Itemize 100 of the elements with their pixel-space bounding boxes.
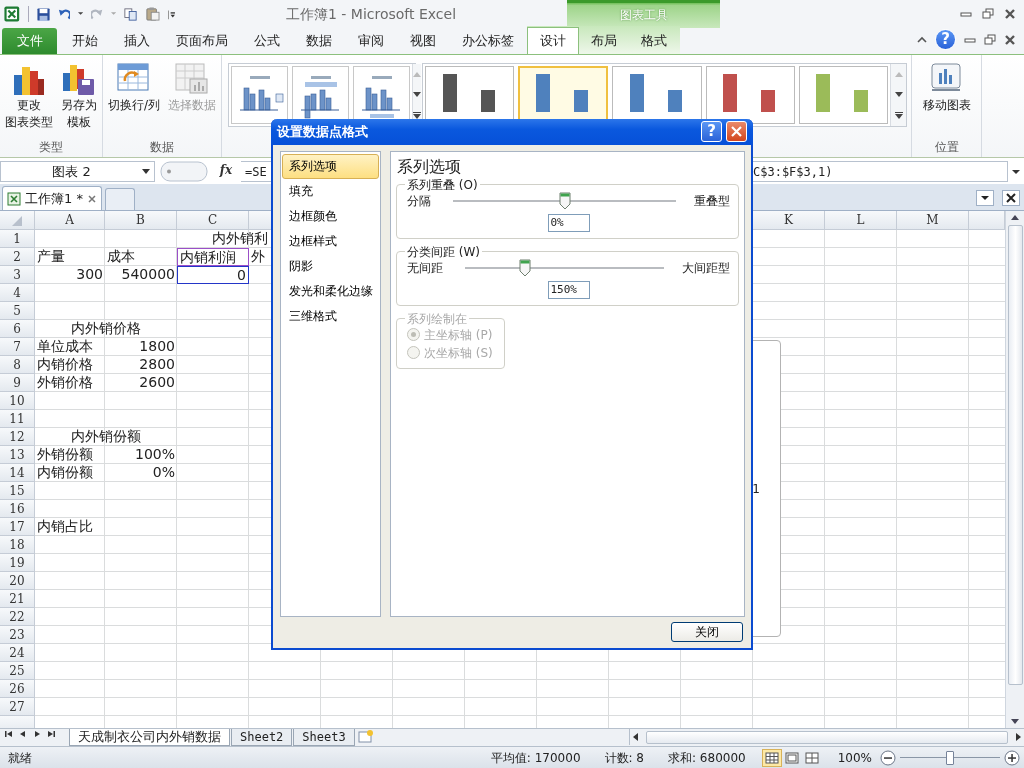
ribbon-tab[interactable]: 公式	[241, 28, 293, 54]
ribbon-tab[interactable]: 格式	[629, 28, 679, 54]
scrollbar-thumb[interactable]	[646, 730, 1008, 744]
row-header[interactable]: 8	[0, 356, 35, 374]
row-header[interactable]: 7	[0, 338, 35, 356]
save-icon[interactable]	[36, 6, 50, 22]
row-header[interactable]: 6	[0, 320, 35, 338]
first-sheet-icon[interactable]	[4, 729, 14, 739]
column-header[interactable]: L	[825, 211, 897, 230]
tab-list-icon[interactable]	[976, 190, 994, 206]
ribbon-tab[interactable]: 设计	[527, 27, 579, 54]
category-item[interactable]: 阴影	[282, 253, 379, 279]
close-icon[interactable]	[1004, 33, 1016, 46]
ribbon-button[interactable]: 切换行/列	[104, 59, 163, 116]
ribbon-tab[interactable]: 视图	[397, 28, 449, 54]
ribbon-tab[interactable]: 数据	[293, 28, 345, 54]
category-item[interactable]: 填充	[282, 178, 379, 204]
ribbon-tab[interactable]: 布局	[579, 28, 629, 54]
row-header[interactable]: 26	[0, 680, 35, 698]
row-header[interactable]: 16	[0, 500, 35, 518]
insert-function-button[interactable]: fx	[211, 161, 241, 184]
row-header[interactable]: 5	[0, 302, 35, 320]
more-icon[interactable]	[894, 111, 903, 119]
view-button[interactable]	[761, 748, 782, 767]
close-icon[interactable]	[1004, 8, 1016, 20]
name-box[interactable]: 图表 2	[0, 161, 155, 182]
row-header[interactable]: 20	[0, 572, 35, 590]
ribbon-button[interactable]: 移动图表	[919, 59, 974, 116]
zoom-in-icon[interactable]	[1004, 749, 1020, 766]
row-header[interactable]: 24	[0, 644, 35, 662]
column-header[interactable]: B	[105, 211, 177, 230]
collapse-ribbon-icon[interactable]	[917, 36, 927, 43]
category-item[interactable]: 发光和柔化边缘	[282, 278, 379, 304]
more-icon[interactable]	[413, 111, 421, 119]
sheet-tab[interactable]: Sheet2	[231, 729, 293, 746]
undo-icon[interactable]	[57, 7, 70, 21]
ribbon-tab[interactable]: 文件	[2, 28, 57, 54]
close-button[interactable]	[726, 121, 747, 143]
value-field[interactable]: 0%	[547, 213, 590, 232]
slider-thumb[interactable]	[946, 750, 954, 765]
row-header[interactable]: 14	[0, 464, 35, 482]
column-header[interactable]: K	[753, 211, 825, 230]
help-button[interactable]: ?	[701, 121, 722, 143]
ribbon-button[interactable]: 更改 图表类型	[2, 59, 56, 133]
row-header[interactable]: 15	[0, 482, 35, 500]
ribbon-tab[interactable]: 办公标签	[449, 28, 527, 54]
column-header[interactable]: M	[897, 211, 969, 230]
app-icon[interactable]	[4, 5, 20, 23]
sheet-tab[interactable]: Sheet3	[293, 729, 355, 746]
close-icon[interactable]	[1002, 190, 1020, 206]
vertical-scrollbar[interactable]	[1005, 211, 1024, 728]
column-header[interactable]: C	[177, 211, 249, 230]
zoom-out-icon[interactable]	[880, 749, 896, 766]
category-item[interactable]: 三维格式	[282, 303, 379, 329]
restore-icon[interactable]	[982, 8, 994, 20]
category-item[interactable]: 边框颜色	[282, 203, 379, 229]
row-header[interactable]: 9	[0, 374, 35, 392]
column-header[interactable]: A	[35, 211, 105, 230]
ribbon-tab[interactable]: 开始	[59, 28, 111, 54]
row-header[interactable]: 17	[0, 518, 35, 536]
scrollbar-thumb[interactable]	[1007, 225, 1023, 685]
ribbon-tab[interactable]: 页面布局	[163, 28, 241, 54]
row-header[interactable]: 11	[0, 410, 35, 428]
row-header[interactable]: 22	[0, 608, 35, 626]
copy-icon[interactable]	[124, 6, 139, 22]
row-header[interactable]: 23	[0, 626, 35, 644]
row-header[interactable]: 18	[0, 536, 35, 554]
category-item[interactable]: 系列选项	[282, 153, 379, 179]
sheet-tab[interactable]: 天成制衣公司内外销数据	[69, 729, 230, 746]
ribbon-tab[interactable]: 插入	[111, 28, 163, 54]
scroll-down-icon[interactable]	[894, 91, 903, 97]
row-header[interactable]: 3	[0, 266, 35, 284]
row-header[interactable]: 10	[0, 392, 35, 410]
zoom-level[interactable]: 100%	[837, 748, 872, 767]
restore-icon[interactable]	[984, 33, 996, 46]
ribbon-button[interactable]: 另存为 模板	[58, 59, 100, 133]
category-item[interactable]: 边框样式	[282, 228, 379, 254]
row-header[interactable]: 12	[0, 428, 35, 446]
last-sheet-icon[interactable]	[46, 729, 56, 739]
slider-thumb[interactable]	[518, 258, 531, 277]
row-header[interactable]: 2	[0, 248, 35, 266]
horizontal-scrollbar[interactable]	[629, 729, 1024, 745]
value-field[interactable]: 150%	[547, 280, 590, 299]
slider-thumb[interactable]	[558, 191, 571, 210]
workbook-tab[interactable]: 工作簿1 *	[2, 186, 102, 210]
close-button[interactable]: 关闭	[671, 622, 743, 643]
row-header[interactable]: 4	[0, 284, 35, 302]
ribbon-tab[interactable]: 审阅	[345, 28, 397, 54]
row-header[interactable]: 21	[0, 590, 35, 608]
row-header[interactable]: 19	[0, 554, 35, 572]
row-header[interactable]: 25	[0, 662, 35, 680]
row-header[interactable]: 27	[0, 698, 35, 716]
paste-icon[interactable]	[146, 6, 161, 22]
dropdown-arrow-icon[interactable]	[142, 169, 150, 174]
scroll-down-icon[interactable]	[413, 91, 421, 97]
customize-toolbar-icon[interactable]	[168, 8, 175, 20]
row-header[interactable]: 13	[0, 446, 35, 464]
help-button[interactable]: ?	[935, 29, 956, 50]
dropdown-arrow-icon[interactable]	[77, 12, 83, 16]
chart-layout-option[interactable]	[231, 66, 288, 124]
